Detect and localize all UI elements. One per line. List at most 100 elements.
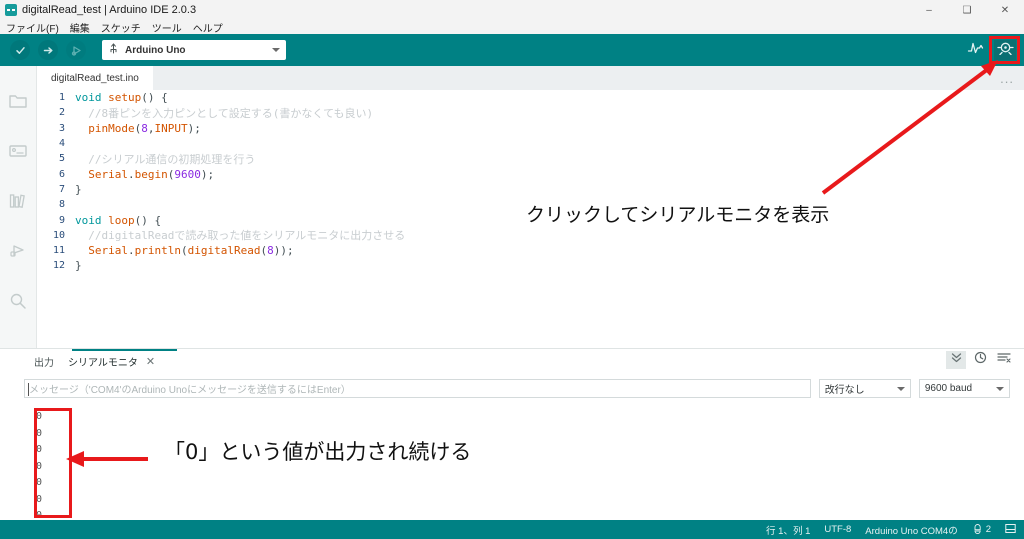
code-text: Serial.println(digitalRead(8)); <box>88 244 294 258</box>
timestamp-button[interactable] <box>970 351 990 369</box>
search-icon <box>8 292 28 315</box>
baud-rate-value: 9600 baud <box>924 383 973 394</box>
menu-sketch[interactable]: スケッチ <box>101 20 141 35</box>
panel-tools <box>946 351 1014 369</box>
sidebar-item-sketchbook[interactable] <box>0 78 37 128</box>
sidebar-item-debug[interactable] <box>0 228 37 278</box>
code-text: } <box>75 182 82 196</box>
debug-button[interactable] <box>66 40 86 60</box>
code-line: 6 Serial.begin(9600); <box>37 166 1024 181</box>
folder-icon <box>8 92 28 115</box>
serial-message-input[interactable]: メッセージ（'COM4'のArduino Unoにメッセージを送信するにはEnt… <box>24 379 811 398</box>
line-number: 10 <box>52 229 65 241</box>
arduino-logo-icon <box>5 4 17 16</box>
chevron-down-icon <box>995 386 1004 391</box>
close-button[interactable]: ✕ <box>986 0 1024 20</box>
code-text: //8番ピンを入力ピンとして設定する(書かなくても良い) <box>75 106 374 120</box>
code-text: //シリアル通信の初期処理を行う <box>75 152 256 166</box>
editor-tab-sketch[interactable]: digitalRead_test.ino <box>37 66 153 90</box>
code-line: 4 <box>37 136 1024 151</box>
line-number: 11 <box>52 245 65 257</box>
debug-icon <box>8 242 28 265</box>
code-line: 1 void setup() { <box>37 90 1024 105</box>
code-text: Serial.begin(9600); <box>88 167 215 181</box>
books-icon <box>8 192 28 215</box>
notifications-status[interactable]: 2 <box>972 523 991 537</box>
sidebar-item-boards-manager[interactable] <box>0 128 37 178</box>
panel-toggle-button[interactable] <box>1005 523 1016 537</box>
editor-tab-label: digitalRead_test.ino <box>51 72 139 84</box>
board-name-label: Arduino Uno <box>125 44 186 56</box>
code-line: 11 Serial.println(digitalRead(8)); <box>37 243 1024 258</box>
tab-serial-monitor[interactable]: シリアルモニタ ✕ <box>68 354 155 369</box>
minimize-button[interactable]: – <box>910 0 948 20</box>
code-text: void loop() { <box>75 213 162 227</box>
tab-serial-monitor-label: シリアルモニタ <box>68 357 138 369</box>
code-text: pinMode(8,INPUT); <box>88 121 201 135</box>
check-icon <box>14 44 27 57</box>
line-number: 1 <box>58 92 65 104</box>
debug-play-icon <box>70 44 83 57</box>
serial-plotter-icon <box>967 40 984 60</box>
window-title: digitalRead_test | Arduino IDE 2.0.3 <box>22 4 197 16</box>
close-icon[interactable]: ✕ <box>146 355 155 368</box>
serial-message-placeholder: メッセージ（'COM4'のArduino Unoにメッセージを送信するにはEnt… <box>29 385 351 396</box>
board-selector[interactable]: Arduino Uno <box>102 40 286 60</box>
menu-edit[interactable]: 編集 <box>70 20 90 35</box>
bottom-panel: 出力 シリアルモニタ ✕ メッセージ（'COM4'のArduino Unoにメッ… <box>0 348 1024 521</box>
code-line: 5 //シリアル通信の初期処理を行う <box>37 151 1024 166</box>
menu-tools[interactable]: ツール <box>152 20 182 35</box>
upload-button[interactable] <box>38 40 58 60</box>
tab-output[interactable]: 出力 <box>34 354 54 369</box>
code-line: 7 } <box>37 182 1024 197</box>
sidebar-item-library-manager[interactable] <box>0 178 37 228</box>
sidebar-item-search[interactable] <box>0 278 37 328</box>
line-number: 4 <box>58 138 65 150</box>
line-number: 6 <box>58 168 65 180</box>
code-text: void setup() { <box>75 91 168 105</box>
panel-toggle-icon <box>1005 523 1016 537</box>
line-ending-value: 改行なし <box>824 385 865 396</box>
chevron-double-down-icon <box>950 351 963 369</box>
serial-plotter-button[interactable] <box>964 40 986 60</box>
cursor-position[interactable]: 行 1、列 1 <box>766 523 810 537</box>
line-number: 5 <box>58 153 65 165</box>
line-ending-select[interactable]: 改行なし <box>818 379 911 398</box>
window-controls: – ❑ ✕ <box>910 0 1024 20</box>
editor-more-button[interactable]: ... <box>1000 66 1014 90</box>
chevron-down-icon <box>896 386 905 391</box>
text-caret <box>28 383 29 396</box>
code-line: 10 //digitalReadで読み取った値をシリアルモニタに出力させる <box>37 228 1024 243</box>
bell-icon <box>972 523 983 537</box>
menu-file[interactable]: ファイル(F) <box>6 20 59 35</box>
menu-help[interactable]: ヘルプ <box>193 20 223 35</box>
code-text: } <box>75 259 82 273</box>
code-line: 12 } <box>37 258 1024 273</box>
encoding-label[interactable]: UTF-8 <box>824 524 851 535</box>
notification-count: 2 <box>985 524 991 535</box>
highlight-box-serial-monitor-button <box>989 36 1020 64</box>
line-number: 2 <box>58 107 65 119</box>
annotation-zero-output-note: 「0」という値が出力され続ける <box>164 440 472 464</box>
maximize-button[interactable]: ❑ <box>948 0 986 20</box>
clock-icon <box>974 351 987 369</box>
line-number: 7 <box>58 183 65 195</box>
board-icon <box>8 142 28 165</box>
board-status[interactable]: Arduino Uno COM4の <box>865 523 957 537</box>
arrow-right-icon <box>42 44 55 57</box>
clear-output-button[interactable] <box>994 351 1014 369</box>
arduino-ide-window: digitalRead_test | Arduino IDE 2.0.3 – ❑… <box>0 0 1024 539</box>
main-toolbar: Arduino Uno <box>0 34 1024 66</box>
baud-rate-select[interactable]: 9600 baud <box>918 379 1010 398</box>
autoscroll-button[interactable] <box>946 351 966 369</box>
verify-button[interactable] <box>10 40 30 60</box>
serial-message-row: メッセージ（'COM4'のArduino Unoにメッセージを送信するにはEnt… <box>24 379 1010 398</box>
line-number: 3 <box>58 122 65 134</box>
line-number: 8 <box>58 199 65 211</box>
clear-output-icon <box>997 351 1011 369</box>
chevron-down-icon <box>272 48 280 52</box>
panel-tabstrip: 出力 シリアルモニタ ✕ <box>0 349 1024 373</box>
menu-bar: ファイル(F) 編集 スケッチ ツール ヘルプ <box>0 20 1024 35</box>
status-bar: 行 1、列 1 UTF-8 Arduino Uno COM4の 2 <box>0 520 1024 539</box>
code-line: 3 pinMode(8,INPUT); <box>37 121 1024 136</box>
